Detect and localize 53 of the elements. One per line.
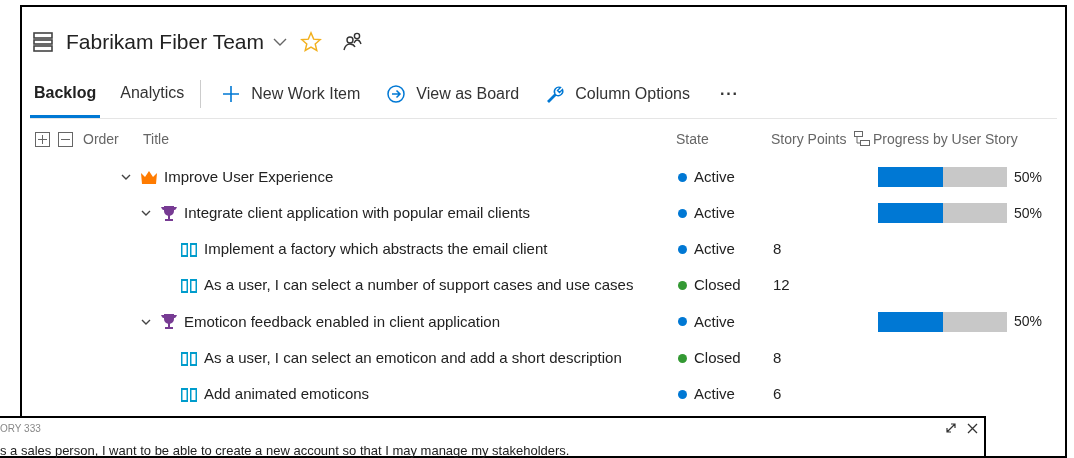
hierarchy-icon (853, 130, 871, 148)
work-item-title[interactable]: Integrate client application with popular email clients (184, 202, 531, 225)
work-item-title[interactable]: As a user, I can select a number of support cases and use cases (204, 274, 634, 297)
team-members-icon[interactable] (342, 31, 364, 53)
work-item-title: s a sales person, I want to be able to create a new account so that I may manage my stakeholders. (0, 442, 571, 458)
collapse-all-icon[interactable] (58, 131, 73, 147)
state-label: Closed (694, 347, 741, 368)
work-item-title[interactable]: Add animated emoticons (204, 382, 370, 406)
state-label: Active (694, 166, 735, 187)
state-label: Active (694, 239, 735, 260)
column-header: State (676, 129, 710, 149)
trophy-icon (160, 313, 178, 331)
progress-percent: 50% (1014, 312, 1043, 332)
state-label: Closed (694, 275, 741, 296)
book-icon (180, 349, 198, 367)
work-item-title[interactable]: Improve User Experience (164, 165, 334, 189)
work-item-id: ORY 333 (0, 421, 41, 436)
tab[interactable]: Analytics (116, 69, 189, 118)
close-icon[interactable] (967, 422, 978, 434)
expand-all-icon[interactable] (35, 131, 50, 147)
more-button[interactable]: ··· (715, 69, 743, 118)
book-icon (180, 240, 198, 258)
trophy-icon (160, 204, 178, 222)
story-points: 8 (773, 240, 782, 258)
story-points: 12 (773, 276, 790, 294)
toolbar-button[interactable]: New Work Item (221, 69, 361, 118)
work-item-title[interactable]: As a user, I can select an emoticon and add a short description (204, 346, 622, 370)
work-item-title[interactable]: Emoticon feedback enabled in client application (184, 310, 501, 334)
column-header: Story Points (771, 129, 848, 149)
tab[interactable]: Backlog (30, 69, 101, 118)
arrow-circle-icon (386, 83, 407, 104)
column-header: Progress by User Story (873, 129, 1018, 149)
team-name: Fabrikam Fiber Team (66, 29, 264, 56)
backlog-icon (32, 31, 54, 53)
state-label: Active (694, 311, 735, 332)
book-icon (180, 277, 198, 295)
state-label: Active (694, 203, 735, 224)
work-item-title[interactable]: Implement a factory which abstracts the email client (204, 238, 548, 261)
plus-icon (221, 83, 242, 104)
toolbar-button[interactable]: View as Board (386, 69, 520, 118)
star-icon[interactable] (300, 31, 322, 53)
chevron-down-icon[interactable] (272, 37, 288, 47)
story-points: 6 (773, 384, 782, 402)
expand-icon[interactable] (945, 422, 957, 434)
story-points: 8 (773, 348, 782, 366)
progress-percent: 50% (1014, 167, 1043, 187)
toolbar-button[interactable]: Column Options (545, 69, 690, 118)
wrench-icon (545, 83, 566, 104)
column-header: Order (83, 129, 120, 149)
column-header: Title (143, 129, 170, 149)
book-icon (180, 385, 198, 403)
progress-percent: 50% (1014, 203, 1043, 223)
state-label: Active (694, 383, 735, 404)
